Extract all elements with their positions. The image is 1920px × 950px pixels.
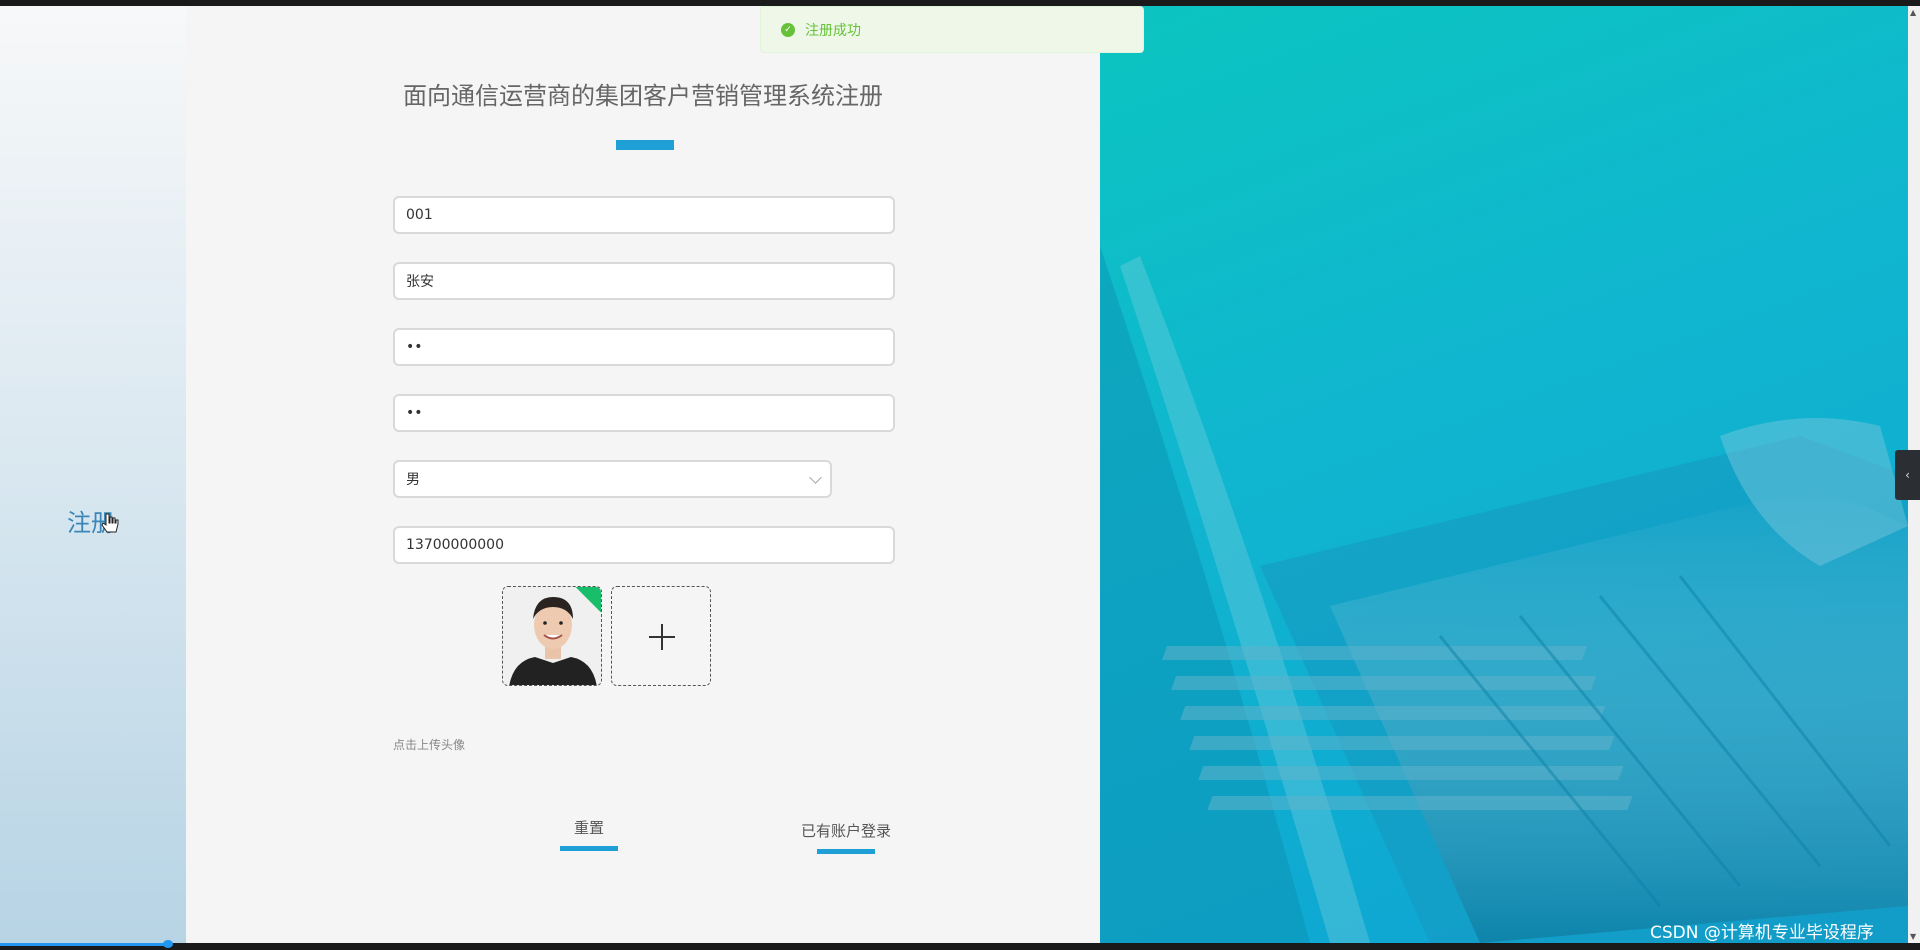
password-input[interactable]: •• (395, 330, 893, 364)
progress-knob (163, 940, 173, 948)
title-accent-bar (616, 140, 674, 150)
confirm-password-field[interactable]: •• (393, 394, 895, 432)
login-link-label: 已有账户登录 (800, 822, 891, 840)
watermark: CSDN @计算机专业毕设程序 (1650, 923, 1874, 943)
phone-input[interactable] (395, 528, 893, 562)
add-avatar-button[interactable] (611, 586, 711, 686)
upload-hint: 点击上传头像 (393, 738, 466, 752)
side-panel-toggle[interactable]: ‹ (1895, 450, 1920, 500)
toast-message: 注册成功 (805, 22, 861, 39)
gender-select[interactable]: 男 (393, 460, 832, 498)
register-form-panel: 面向通信运营商的集团客户营销管理系统注册 •• •• 男 点击 (186, 6, 1100, 943)
phone-field[interactable] (393, 526, 895, 564)
hand-cursor-icon (101, 513, 119, 533)
reset-underline (560, 846, 618, 851)
name-field[interactable] (393, 262, 895, 300)
confirm-password-input[interactable]: •• (395, 396, 893, 430)
scroll-up-arrow-icon[interactable]: ▲ (1910, 8, 1916, 17)
chevron-left-icon: ‹ (1905, 468, 1910, 482)
account-field[interactable] (393, 196, 895, 234)
left-nav-panel: 注册 (0, 6, 186, 943)
login-link-button[interactable]: 已有账户登录 (796, 820, 896, 854)
success-toast: ✓ 注册成功 (760, 6, 1144, 53)
bottom-progress-bar (0, 943, 170, 946)
laptop-illustration (1100, 246, 1908, 943)
check-circle-icon: ✓ (781, 22, 795, 37)
avatar-preview[interactable] (502, 586, 602, 686)
account-input[interactable] (395, 198, 893, 232)
password-field[interactable]: •• (393, 328, 895, 366)
reset-button[interactable]: 重置 (549, 817, 629, 851)
name-input[interactable] (395, 264, 893, 298)
login-underline (817, 849, 875, 854)
avatar-photo (503, 587, 601, 685)
hero-background-image (1100, 6, 1908, 943)
reset-button-label: 重置 (573, 819, 604, 837)
page-title: 面向通信运营商的集团客户营销管理系统注册 (403, 82, 883, 110)
browser-bottom-bar (0, 943, 1920, 950)
gender-select-value: 男 (406, 472, 420, 488)
scroll-down-arrow-icon[interactable]: ▼ (1910, 932, 1916, 941)
